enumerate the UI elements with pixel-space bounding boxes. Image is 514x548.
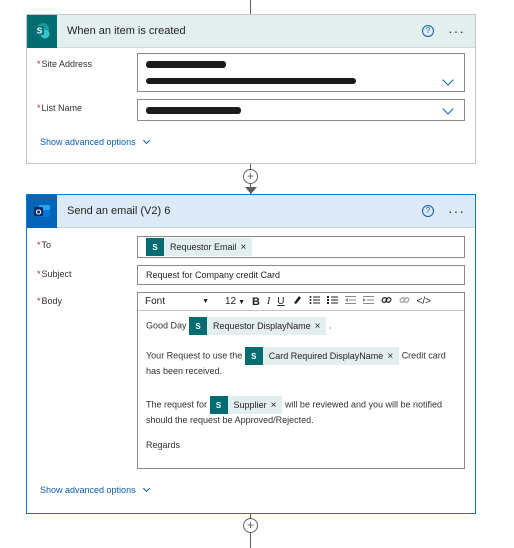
list-name-dropdown[interactable] [137,99,465,121]
to-label: *To [37,240,52,250]
increase-indent-icon[interactable] [362,295,374,308]
chevron-down-icon[interactable] [442,74,454,86]
close-icon[interactable]: × [315,320,327,333]
more-options-icon[interactable]: ··· [448,24,465,38]
to-field[interactable]: S Requestor Email × [137,236,465,258]
dynamic-content-token[interactable]: S Requestor DisplayName × [189,317,327,335]
trigger-card-header[interactable]: S When an item is created ? ··· [27,14,475,48]
link-icon[interactable] [381,295,392,308]
site-address-label: *Site Address [37,59,93,69]
code-view-button[interactable]: </> [417,296,431,307]
body-editor[interactable]: Font ▼ 12 ▼ B I U </> Good Day S Request… [137,292,465,469]
sharepoint-icon: S [146,238,164,256]
redaction-mark [146,78,356,84]
trigger-title: When an item is created [67,25,186,37]
add-step-button[interactable]: + [243,518,258,533]
flow-arrow-icon [245,187,257,194]
svg-text:O: O [36,208,42,217]
unlink-icon[interactable] [399,295,410,308]
more-options-icon[interactable]: ··· [448,204,465,218]
dynamic-content-token[interactable]: S Requestor Email × [146,238,253,256]
italic-button[interactable]: I [267,296,270,307]
bold-button[interactable]: B [252,296,260,308]
chevron-down-icon [142,136,150,145]
regards-text: Regards [146,440,181,450]
subject-field[interactable]: Request for Company credit Card [137,265,465,285]
action-card[interactable]: O Send an email (V2) 6 ? ··· *To S Reque… [26,194,476,514]
outlook-icon: O [27,194,57,228]
decrease-indent-icon[interactable] [344,295,356,308]
chevron-down-icon[interactable] [442,103,454,115]
flow-connector-line [250,0,251,14]
action-title: Send an email (V2) 6 [67,205,171,217]
body-label: *Body [37,296,63,306]
list-name-label: *List Name [37,103,83,113]
action-card-header[interactable]: O Send an email (V2) 6 ? ··· [27,194,475,228]
highlight-icon[interactable] [292,295,302,308]
redaction-mark [146,61,226,68]
close-icon[interactable]: × [387,350,399,363]
dynamic-content-token[interactable]: S Card Required DisplayName × [244,347,400,365]
close-icon[interactable]: × [271,399,283,412]
font-size-select[interactable]: 12 ▼ [225,296,245,307]
redaction-mark [146,107,241,114]
sharepoint-icon: S [244,347,263,365]
svg-text:S: S [37,27,43,36]
rich-text-toolbar: Font ▼ 12 ▼ B I U </> [138,293,464,311]
sharepoint-icon: S [189,317,208,335]
trigger-card[interactable]: S When an item is created ? ··· *Site Ad… [26,14,476,164]
email-body-content[interactable]: Good Day S Requestor DisplayName × . You… [146,315,458,452]
help-icon[interactable]: ? [422,205,434,217]
sharepoint-icon: S [209,396,228,414]
sharepoint-icon: S [27,14,57,48]
close-icon[interactable]: × [241,242,253,253]
dynamic-content-token[interactable]: S Supplier × [209,396,283,414]
underline-button[interactable]: U [277,296,284,307]
help-icon[interactable]: ? [422,25,434,37]
subject-label: *Subject [37,269,72,279]
bulleted-list-icon[interactable] [309,295,320,308]
show-advanced-options-link[interactable]: Show advanced options [40,136,150,147]
numbered-list-icon[interactable] [326,295,338,308]
show-advanced-options-link[interactable]: Show advanced options [40,484,150,495]
add-step-button[interactable]: + [243,169,258,184]
site-address-dropdown[interactable] [137,53,465,92]
font-family-select[interactable]: Font ▼ [145,296,209,307]
chevron-down-icon [142,484,150,493]
